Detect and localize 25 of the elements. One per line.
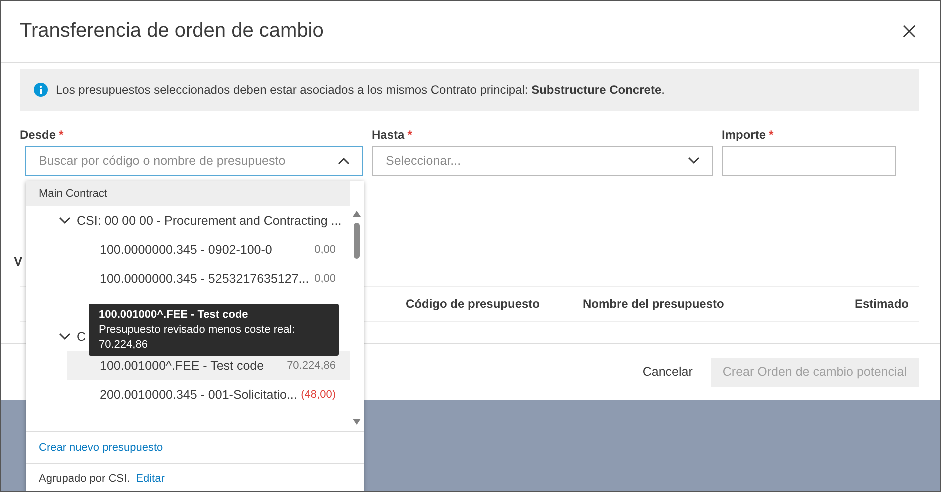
field-label: Desde <box>20 128 56 142</box>
create-budget-link[interactable]: Crear nuevo presupuesto <box>39 442 164 454</box>
required-mark: * <box>59 128 64 142</box>
required-mark: * <box>769 128 774 142</box>
budget-option[interactable]: 100.0000000.345 - 0902-100-0 0,00 <box>67 235 350 264</box>
field-label: Importe <box>722 128 766 142</box>
edit-link[interactable]: Editar <box>136 473 165 485</box>
tooltip-text: Presupuesto revisado menos coste real: <box>99 323 296 338</box>
tooltip-title: 100.001000^.FEE - Test code <box>99 308 250 323</box>
group-label: C <box>77 330 86 344</box>
section-title: V <box>14 254 24 271</box>
column-header: Nombre del presupuesto <box>583 297 726 311</box>
budget-option[interactable]: 200.0010000.345 - 001-Solicitatio... (48,00) <box>67 380 350 409</box>
group-header: Main Contract <box>26 181 350 206</box>
budget-option[interactable]: 100.0000000.345 - 5253217635127... 0,00 <box>67 264 350 293</box>
column-header: Código de presupuesto <box>406 297 542 311</box>
column-header: Estimado <box>854 297 909 311</box>
dialog-title: Transferencia de orden de cambio <box>20 20 324 43</box>
grouping-label: Agrupado por CSI. <box>39 473 130 485</box>
group-label: CSI: 00 00 00 - Procurement and Contracting ... <box>77 214 342 228</box>
cancel-button[interactable]: Cancelar <box>630 358 705 386</box>
field-label: Hasta <box>372 128 405 142</box>
tooltip-value: 70.224,86 <box>99 338 149 353</box>
required-mark: * <box>408 128 412 142</box>
info-message: Los presupuestos seleccionados deben estar asociados a los mismos Contrato principal: Substructure Concrete. <box>56 83 665 97</box>
